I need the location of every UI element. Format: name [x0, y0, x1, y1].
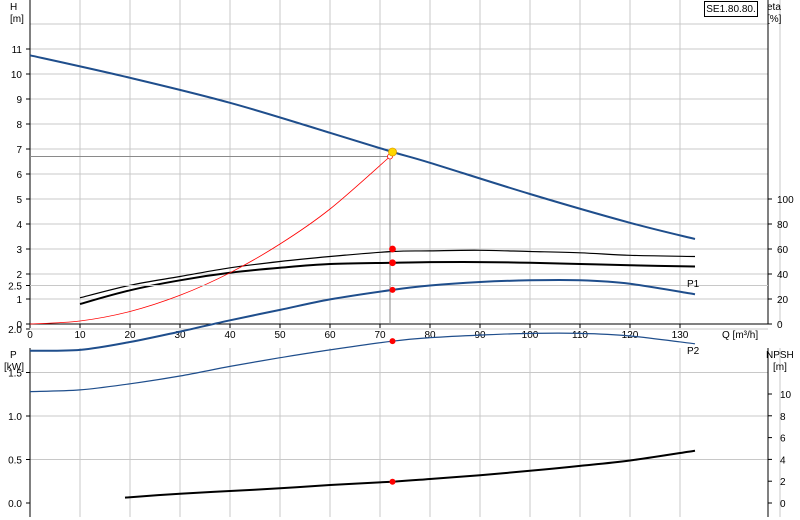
- pump-curve-chart: 012345678910110204060801000 10 20 30 40 50 60 7…: [4, 0, 794, 517]
- top-curve-3: [79, 261, 696, 305]
- p-tick-label: 2.0: [8, 325, 22, 336]
- q-tick-label: 130: [672, 330, 689, 341]
- h-tick-label: 10: [11, 70, 23, 81]
- eta-axis-label: eta: [767, 2, 781, 13]
- q-tick-label: 60: [324, 330, 336, 341]
- npsh-tick-label: 8: [780, 412, 786, 423]
- q-axis-label: Q [m³/h]: [722, 330, 758, 341]
- h-tick-label: 8: [16, 120, 22, 131]
- eta-tick-label: 100: [777, 195, 794, 206]
- p-tick-label: 1.0: [8, 412, 22, 423]
- q-tick-label: 110: [572, 330, 588, 341]
- eta-tick-label: 20: [777, 295, 789, 306]
- npsh-tick-label: 2: [780, 477, 786, 488]
- p-tick-label: 2.5: [8, 282, 22, 293]
- h-tick-label: 11: [12, 45, 23, 56]
- series-label-p1: P1: [687, 279, 700, 290]
- h-tick-label: 6: [16, 170, 22, 181]
- q-tick-label: 80: [424, 330, 436, 341]
- q-tick-label: 50: [274, 330, 286, 341]
- h-tick-label: 5: [16, 195, 22, 206]
- q-tick-label: 10: [74, 330, 86, 341]
- h-tick-label: 7: [16, 145, 22, 156]
- npsh-axis-label: NPSH: [766, 350, 794, 361]
- h-tick-label: 9: [16, 95, 22, 106]
- h-tick-label: 4: [16, 220, 22, 231]
- top-point-3: [389, 259, 396, 267]
- bottom-point-2: [389, 338, 396, 345]
- series-label-p2: P2: [687, 346, 700, 357]
- npsh-tick-label: 4: [780, 455, 786, 466]
- eta-tick-label: 0: [777, 320, 783, 331]
- h-tick-label: 1: [16, 295, 22, 306]
- q-tick-label: 40: [224, 330, 236, 341]
- h-tick-label: 3: [16, 245, 22, 256]
- h-axis-label: H: [10, 2, 17, 13]
- bottom-curve-3: [124, 449, 696, 499]
- model-label: SE1.80.80.: [704, 1, 758, 17]
- npsh-axis-unit: [m]: [773, 362, 787, 373]
- p-tick-label: 0.0: [8, 499, 22, 510]
- eta-tick-label: 60: [777, 245, 789, 256]
- npsh-tick-label: 0: [780, 499, 786, 510]
- eta-tick-label: 40: [777, 270, 789, 281]
- eta-tick-label: 80: [777, 220, 789, 231]
- bottom-point-1: [389, 286, 396, 293]
- npsh-tick-label: 10: [780, 390, 792, 401]
- q-tick-label: 100: [522, 330, 539, 341]
- top-point-1: [388, 147, 397, 157]
- top-point-2: [389, 245, 396, 253]
- p-tick-label: 0.5: [8, 456, 22, 467]
- h-axis-unit: [m]: [10, 14, 24, 25]
- h-tick-label: 2: [16, 270, 22, 281]
- q-tick-label: 0: [27, 330, 33, 341]
- q-tick-label: 20: [124, 330, 136, 341]
- npsh-tick-label: 6: [780, 434, 786, 445]
- eta-axis-unit: [%]: [767, 14, 782, 25]
- p-axis-label: P: [10, 350, 17, 361]
- q-tick-label: 70: [374, 330, 386, 341]
- bottom-point-3: [389, 478, 396, 485]
- p-axis-unit: [kW]: [4, 362, 24, 373]
